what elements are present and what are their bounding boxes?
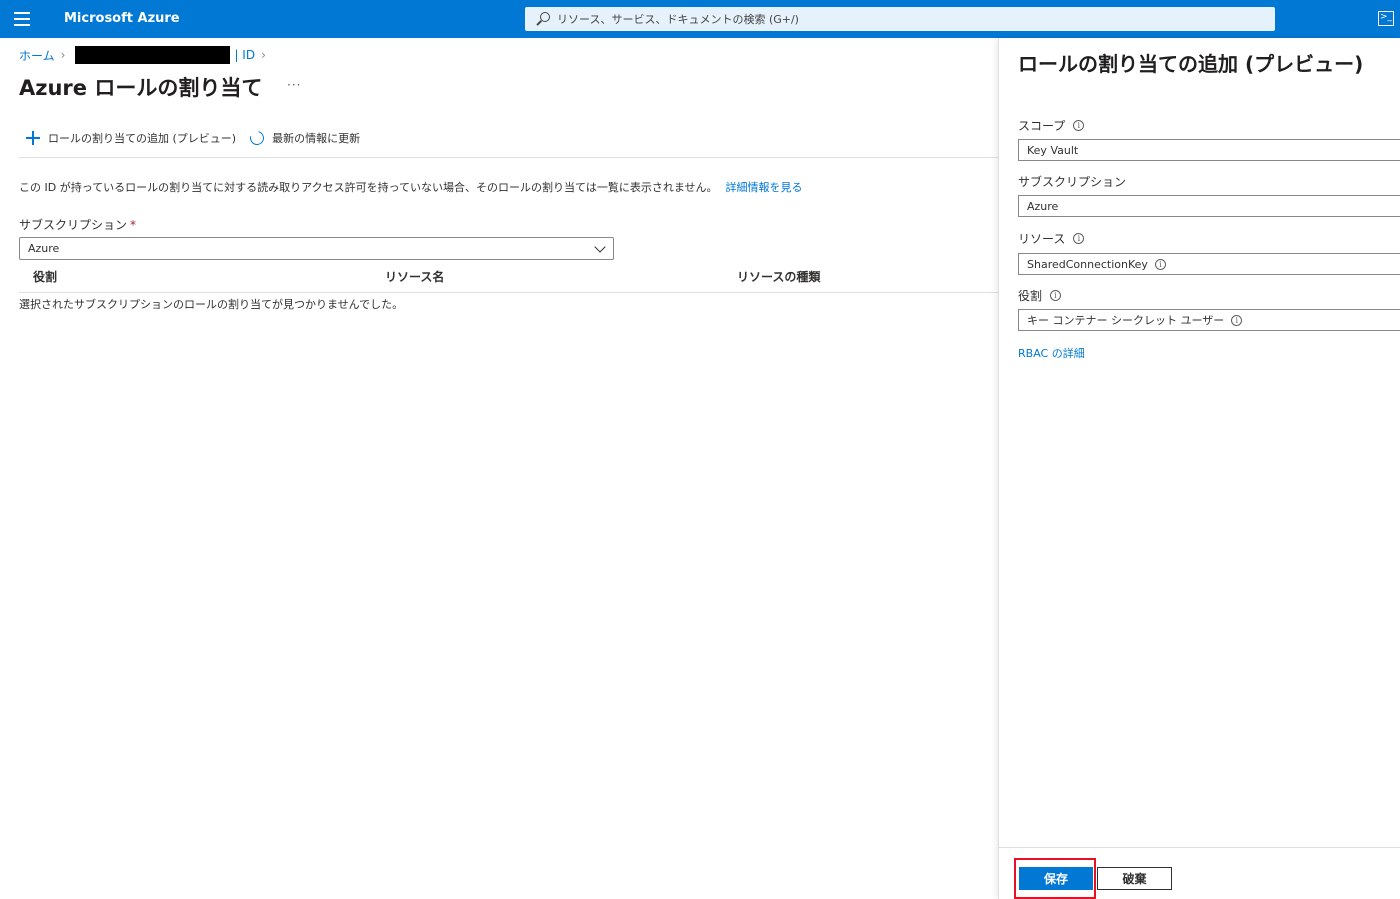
- info-icon[interactable]: i: [1073, 120, 1085, 131]
- add-role-assignment-label: ロールの割り当ての追加 (プレビュー): [48, 132, 237, 145]
- info-icon[interactable]: i: [1231, 314, 1243, 326]
- panel-subscription-label: サブスクリプション: [1018, 173, 1126, 190]
- plus-icon: [26, 131, 40, 145]
- rbac-details-link[interactable]: RBAC の詳細: [1018, 345, 1085, 361]
- refresh-icon: [247, 128, 267, 148]
- learn-more-link[interactable]: 詳細情報を見る: [726, 181, 803, 194]
- command-bar: ロールの割り当ての追加 (プレビュー) 最新の情報に更新: [19, 128, 998, 158]
- add-role-assignment-panel: ロールの割り当ての追加 (プレビュー) スコープ i Key Vault サブス…: [998, 38, 1400, 899]
- save-button[interactable]: 保存: [1019, 867, 1093, 890]
- column-header-resource-type[interactable]: リソースの種類: [737, 268, 820, 285]
- redacted-resource-name: [75, 46, 231, 64]
- search-input[interactable]: [557, 12, 1257, 26]
- panel-subscription-field[interactable]: Azure: [1018, 195, 1400, 217]
- column-header-resource-name[interactable]: リソース名: [385, 268, 444, 285]
- role-label-text: 役割: [1018, 289, 1043, 303]
- add-role-assignment-button[interactable]: ロールの割り当ての追加 (プレビュー): [19, 130, 236, 146]
- breadcrumb: ホーム › | ID ›: [19, 46, 272, 64]
- breadcrumb-id[interactable]: | ID: [234, 48, 255, 62]
- refresh-button[interactable]: 最新の情報に更新: [247, 128, 361, 148]
- global-search[interactable]: [525, 7, 1275, 31]
- panel-subscription-label-text: サブスクリプション: [1018, 175, 1127, 189]
- scope-value: Key Vault: [1027, 143, 1079, 157]
- resource-label-text: リソース: [1018, 232, 1066, 246]
- info-icon[interactable]: i: [1073, 233, 1085, 244]
- info-message: この ID が持っているロールの割り当てに対する読み取りアクセス許可を持っていな…: [19, 179, 803, 195]
- resource-value: SharedConnectionKey: [1027, 257, 1148, 271]
- brand-title[interactable]: Microsoft Azure: [64, 11, 180, 26]
- chevron-right-icon: ›: [60, 48, 66, 62]
- subscription-label: サブスクリプション *: [19, 216, 136, 233]
- subscription-dropdown[interactable]: Azure: [19, 237, 614, 260]
- panel-subscription-value: Azure: [1027, 199, 1059, 213]
- required-mark: *: [130, 218, 137, 232]
- info-icon[interactable]: i: [1154, 258, 1166, 270]
- hamburger-menu-icon[interactable]: [14, 12, 30, 26]
- search-icon: [533, 10, 551, 28]
- page-title: Azure ロールの割り当て: [19, 76, 263, 100]
- resource-field[interactable]: SharedConnectionKey i: [1018, 253, 1400, 275]
- chevron-right-icon: ›: [261, 48, 266, 62]
- subscription-label-text: サブスクリプション: [19, 218, 128, 232]
- scope-label: スコープ i: [1018, 117, 1085, 134]
- discard-button[interactable]: 破棄: [1097, 867, 1172, 890]
- role-field[interactable]: キー コンテナー シークレット ユーザー i: [1018, 309, 1400, 331]
- breadcrumb-home[interactable]: ホーム: [19, 47, 55, 64]
- scope-field[interactable]: Key Vault: [1018, 139, 1400, 161]
- cloud-shell-icon[interactable]: >_: [1378, 11, 1394, 26]
- info-icon[interactable]: i: [1050, 290, 1062, 301]
- role-label: 役割 i: [1018, 287, 1062, 304]
- panel-footer-divider: [999, 847, 1400, 848]
- column-header-role[interactable]: 役割: [33, 268, 57, 285]
- refresh-label: 最新の情報に更新: [272, 132, 361, 145]
- panel-title: ロールの割り当ての追加 (プレビュー): [1018, 52, 1364, 76]
- info-message-text: この ID が持っているロールの割り当てに対する読み取りアクセス許可を持っていな…: [19, 181, 718, 194]
- resource-label: リソース i: [1018, 230, 1085, 247]
- chevron-down-icon: [594, 241, 606, 253]
- role-value: キー コンテナー シークレット ユーザー: [1027, 314, 1225, 327]
- scope-label-text: スコープ: [1018, 119, 1066, 133]
- subscription-dropdown-value: Azure: [28, 242, 60, 255]
- empty-table-message: 選択されたサブスクリプションのロールの割り当てが見つかりませんでした。: [19, 298, 404, 311]
- table-header: 役割 リソース名 リソースの種類: [19, 262, 998, 293]
- more-options-icon[interactable]: ···: [287, 78, 301, 92]
- top-bar: Microsoft Azure >_: [0, 0, 1400, 38]
